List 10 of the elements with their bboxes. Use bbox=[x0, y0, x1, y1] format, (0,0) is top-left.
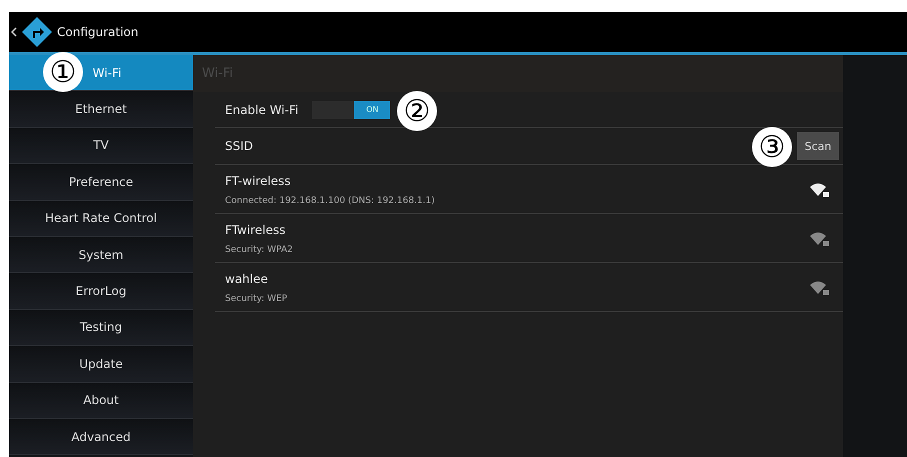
toggle-thumb: ON bbox=[354, 100, 390, 118]
setting-label: Enable Wi-Fi bbox=[225, 102, 298, 116]
ssid-label: SSID bbox=[225, 139, 254, 153]
network-detail: Connected: 192.168.1.100 (DNS: 192.168.1.1) bbox=[225, 196, 436, 206]
network-name: FT-wireless bbox=[225, 174, 292, 188]
network-detail: Security: WEP bbox=[225, 294, 288, 304]
app-title: Configuration bbox=[57, 25, 138, 39]
network-detail: Security: WPA2 bbox=[225, 245, 294, 255]
network-name: wahlee bbox=[225, 272, 269, 286]
network-name: FTwireless bbox=[225, 223, 286, 237]
